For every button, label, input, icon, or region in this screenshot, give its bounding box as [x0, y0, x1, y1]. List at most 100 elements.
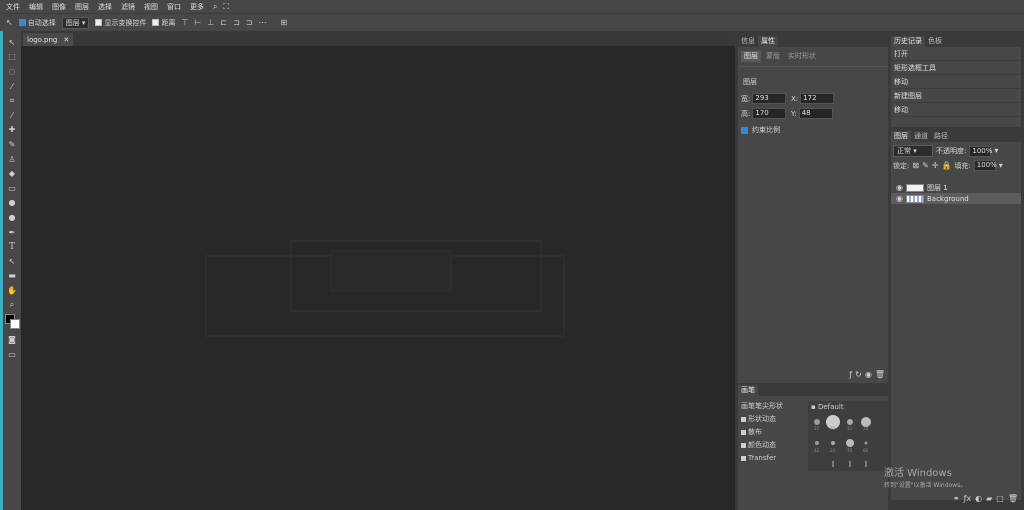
eye-icon[interactable]: ◉: [896, 194, 903, 203]
menu-select[interactable]: 选择: [98, 2, 112, 12]
eye-icon[interactable]: ◉: [896, 183, 903, 192]
tab-layers[interactable]: 图层: [891, 131, 911, 142]
blur-tool-icon[interactable]: ●: [5, 196, 19, 211]
align-right-icon[interactable]: ⊐: [246, 18, 253, 27]
lock-position-icon[interactable]: ✛: [932, 161, 939, 170]
y-input[interactable]: 48: [798, 108, 833, 119]
grid-icon[interactable]: ⊞: [280, 18, 287, 27]
path-select-icon[interactable]: ↖: [5, 254, 19, 269]
align-middle-icon[interactable]: ⊢: [194, 18, 201, 27]
eyedropper-icon[interactable]: ⁄: [5, 108, 19, 123]
lock-pixels-icon[interactable]: ✎: [922, 161, 929, 170]
refresh-icon[interactable]: ↻: [855, 371, 862, 379]
align-bottom-icon[interactable]: ⊥: [207, 18, 214, 27]
subtab-layer[interactable]: 图层: [741, 51, 761, 62]
align-center-icon[interactable]: ⊐: [233, 18, 240, 27]
width-input[interactable]: 293: [752, 93, 787, 104]
tab-history[interactable]: 历史记录: [891, 36, 925, 47]
gradient-icon[interactable]: ▭: [5, 181, 19, 196]
brush-tool-icon[interactable]: ✎: [5, 137, 19, 152]
brush-size-label: 42: [814, 448, 820, 453]
menu-layer[interactable]: 图层: [75, 2, 89, 12]
crop-tool-icon[interactable]: ⌗: [5, 93, 19, 108]
blend-mode-dropdown[interactable]: 正常 ▾: [893, 145, 933, 157]
opacity-input[interactable]: 100%: [969, 145, 992, 157]
layer-style-icon[interactable]: ƒx: [964, 495, 972, 503]
auto-select-checkbox[interactable]: 自动选择: [18, 18, 56, 28]
lasso-tool-icon[interactable]: ◌: [5, 64, 19, 79]
hand-tool-icon[interactable]: ✋: [5, 283, 19, 298]
tab-swatches[interactable]: 色板: [925, 36, 945, 47]
close-icon[interactable]: ✕: [63, 36, 69, 44]
new-group-icon[interactable]: ▰: [986, 495, 992, 503]
document-tab[interactable]: logo.png ✕: [23, 33, 74, 46]
x-input[interactable]: 172: [800, 93, 835, 104]
trash-icon[interactable]: 🗑: [875, 371, 885, 379]
dodge-tool-icon[interactable]: ●: [5, 210, 19, 225]
marquee-tool-icon[interactable]: ⬚: [5, 50, 19, 65]
checkbox-icon: [741, 126, 748, 134]
align-left-icon[interactable]: ⊏: [220, 18, 227, 27]
history-item[interactable]: 打开: [891, 47, 1021, 61]
history-item[interactable]: 矩形选框工具: [891, 61, 1021, 75]
history-item[interactable]: 移动: [891, 75, 1021, 89]
tool-bar: ↖ ⬚ ◌ ⁄ ⌗ ⁄ ✚ ✎ ♙ ◆ ▭ ● ● ✒ T ↖ ▬ ✋ ⌕ ◙ …: [3, 31, 21, 510]
adjustment-layer-icon[interactable]: ◐: [975, 495, 982, 503]
menu-view[interactable]: 视图: [144, 2, 158, 12]
subtab-mask[interactable]: 蒙版: [763, 51, 783, 62]
dropdown-arrow-icon[interactable]: ▾: [999, 161, 1003, 170]
tab-paths[interactable]: 路径: [931, 131, 951, 142]
fill-input[interactable]: 100%: [973, 160, 997, 171]
visibility-icon[interactable]: ◉: [865, 371, 872, 379]
screen-mode-icon[interactable]: ▭: [5, 347, 19, 362]
shape-tool-icon[interactable]: ▬: [5, 269, 19, 284]
history-item[interactable]: 新建图层: [891, 89, 1021, 103]
width-field: 宽: 293: [741, 93, 787, 104]
distribute-icon[interactable]: ⋯: [258, 18, 266, 27]
eraser-icon[interactable]: ◆: [5, 166, 19, 181]
pen-tool-icon[interactable]: ✒: [5, 225, 19, 240]
menu-edit[interactable]: 编辑: [29, 2, 43, 12]
align-top-icon[interactable]: ⊤: [181, 18, 188, 27]
tab-channels[interactable]: 通道: [911, 131, 931, 142]
tab-info[interactable]: 信息: [738, 36, 758, 47]
subtab-live-shape[interactable]: 实时形状: [785, 51, 819, 62]
lock-transparency-icon[interactable]: ⊠: [912, 161, 919, 170]
move-tool-icon[interactable]: ↖: [6, 18, 13, 27]
background-color[interactable]: [10, 319, 20, 330]
menu-more[interactable]: 更多: [190, 2, 204, 12]
menu-file[interactable]: 文件: [6, 2, 20, 12]
layer-row[interactable]: ◉ 图层 1: [891, 182, 1021, 193]
menu-image[interactable]: 图像: [52, 2, 66, 12]
height-input[interactable]: 170: [752, 108, 787, 119]
link-icon[interactable]: ƒ: [849, 371, 852, 379]
tab-brush[interactable]: 画笔: [738, 385, 758, 396]
magic-wand-icon[interactable]: ⁄: [5, 79, 19, 94]
move-tool-icon[interactable]: ↖: [5, 35, 19, 50]
search-icon[interactable]: ⌕: [213, 2, 217, 11]
trash-icon[interactable]: 🗑: [1008, 495, 1018, 503]
menu-filter[interactable]: 滤镜: [121, 2, 135, 12]
history-item[interactable]: 移动: [891, 103, 1021, 117]
layer-row[interactable]: ◉ Background: [891, 193, 1021, 204]
healing-brush-icon[interactable]: ✚: [5, 123, 19, 138]
zoom-tool-icon[interactable]: ⌕: [5, 298, 19, 313]
quick-mask-icon[interactable]: ◙: [5, 332, 19, 347]
clone-stamp-icon[interactable]: ♙: [5, 152, 19, 167]
canvas[interactable]: [21, 46, 735, 510]
tab-properties[interactable]: 属性: [758, 36, 778, 47]
new-layer-icon[interactable]: ▢: [996, 495, 1004, 503]
menu-window[interactable]: 窗口: [167, 2, 181, 12]
dropdown-arrow-icon[interactable]: ▾: [994, 147, 998, 155]
show-transform-checkbox[interactable]: 显示变换控件: [95, 18, 146, 28]
layer-select-dropdown[interactable]: 图层 ▾: [61, 16, 90, 29]
link-layers-icon[interactable]: ⚭: [953, 495, 960, 503]
lock-all-icon[interactable]: 🔒: [941, 161, 951, 170]
color-swatches-icon[interactable]: [5, 312, 20, 332]
layer-thumbnail: [905, 194, 924, 203]
type-tool-icon[interactable]: T: [5, 239, 19, 254]
constrain-proportions-checkbox[interactable]: 约束比例: [741, 125, 780, 135]
fullscreen-icon[interactable]: ⛶: [223, 2, 229, 11]
preset-folder[interactable]: ▪ Default: [808, 401, 888, 413]
distance-checkbox[interactable]: 距离: [152, 18, 175, 28]
